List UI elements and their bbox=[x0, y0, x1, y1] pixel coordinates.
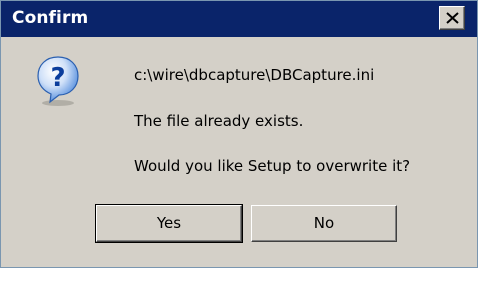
close-icon bbox=[446, 12, 459, 24]
overwrite-question-text: Would you like Setup to overwrite it? bbox=[134, 157, 411, 175]
file-path-text: c:\wire\dbcapture\DBCapture.ini bbox=[134, 66, 375, 84]
yes-button-label: Yes bbox=[156, 214, 182, 232]
no-button-label: No bbox=[313, 214, 335, 232]
title-bar[interactable]: Confirm bbox=[1, 1, 477, 37]
dialog-title: Confirm bbox=[12, 8, 89, 28]
yes-button[interactable]: Yes bbox=[95, 204, 243, 243]
no-button[interactable]: No bbox=[251, 205, 397, 242]
confirm-dialog: Confirm ? c:\wire\dbcapture\DBCapture.in… bbox=[0, 0, 478, 268]
file-exists-text: The file already exists. bbox=[134, 112, 304, 130]
svg-text:?: ? bbox=[50, 63, 65, 93]
question-icon: ? bbox=[36, 55, 80, 107]
close-button[interactable] bbox=[439, 6, 465, 30]
